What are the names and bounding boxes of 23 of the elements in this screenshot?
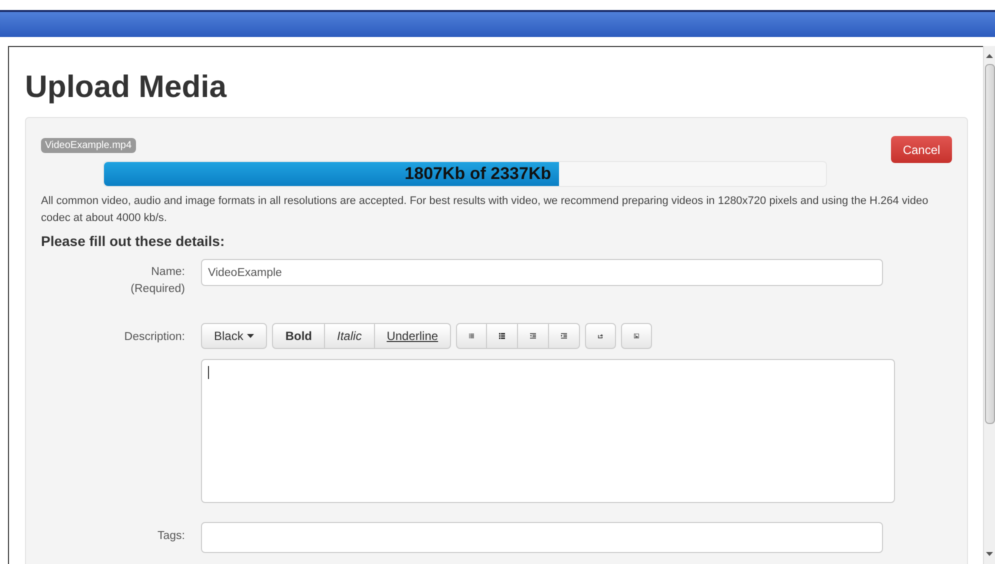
text-cursor — [208, 366, 209, 379]
progress-text: 1807Kb of 2337Kb — [404, 163, 552, 186]
toolbar-button[interactable] — [487, 323, 518, 349]
color-dropdown[interactable]: Black — [201, 323, 268, 349]
description-editor[interactable] — [201, 359, 895, 503]
description-label: Description: — [124, 330, 185, 345]
section-heading: Please fill out these details: — [41, 232, 226, 251]
tags-field[interactable] — [201, 522, 883, 553]
name-label: Name: — [151, 265, 185, 280]
file-name-badge: VideoExample.mp4 — [41, 138, 136, 153]
format-button[interactable]: Bold — [272, 323, 326, 349]
cancel-button[interactable]: Cancel — [891, 136, 952, 163]
scroll-down-icon — [986, 552, 993, 556]
name-field[interactable]: VideoExample — [201, 259, 883, 286]
format-button[interactable]: Underline — [374, 323, 452, 349]
required-note: (Required) — [130, 282, 185, 297]
list-icon — [499, 330, 506, 342]
page-title: Upload Media — [25, 69, 228, 105]
format-button[interactable]: Italic — [325, 323, 375, 349]
scroll-up-icon — [986, 54, 993, 58]
tags-label: Tags: — [158, 529, 185, 544]
notice-text: All common video, audio and image formats in all resolutions are accepted. For best results with video, we recommend preparing videos in 1280x720 pixels and using the H.264 video codec at about 4000 kb/s. — [41, 194, 930, 226]
caret-icon — [247, 334, 254, 338]
